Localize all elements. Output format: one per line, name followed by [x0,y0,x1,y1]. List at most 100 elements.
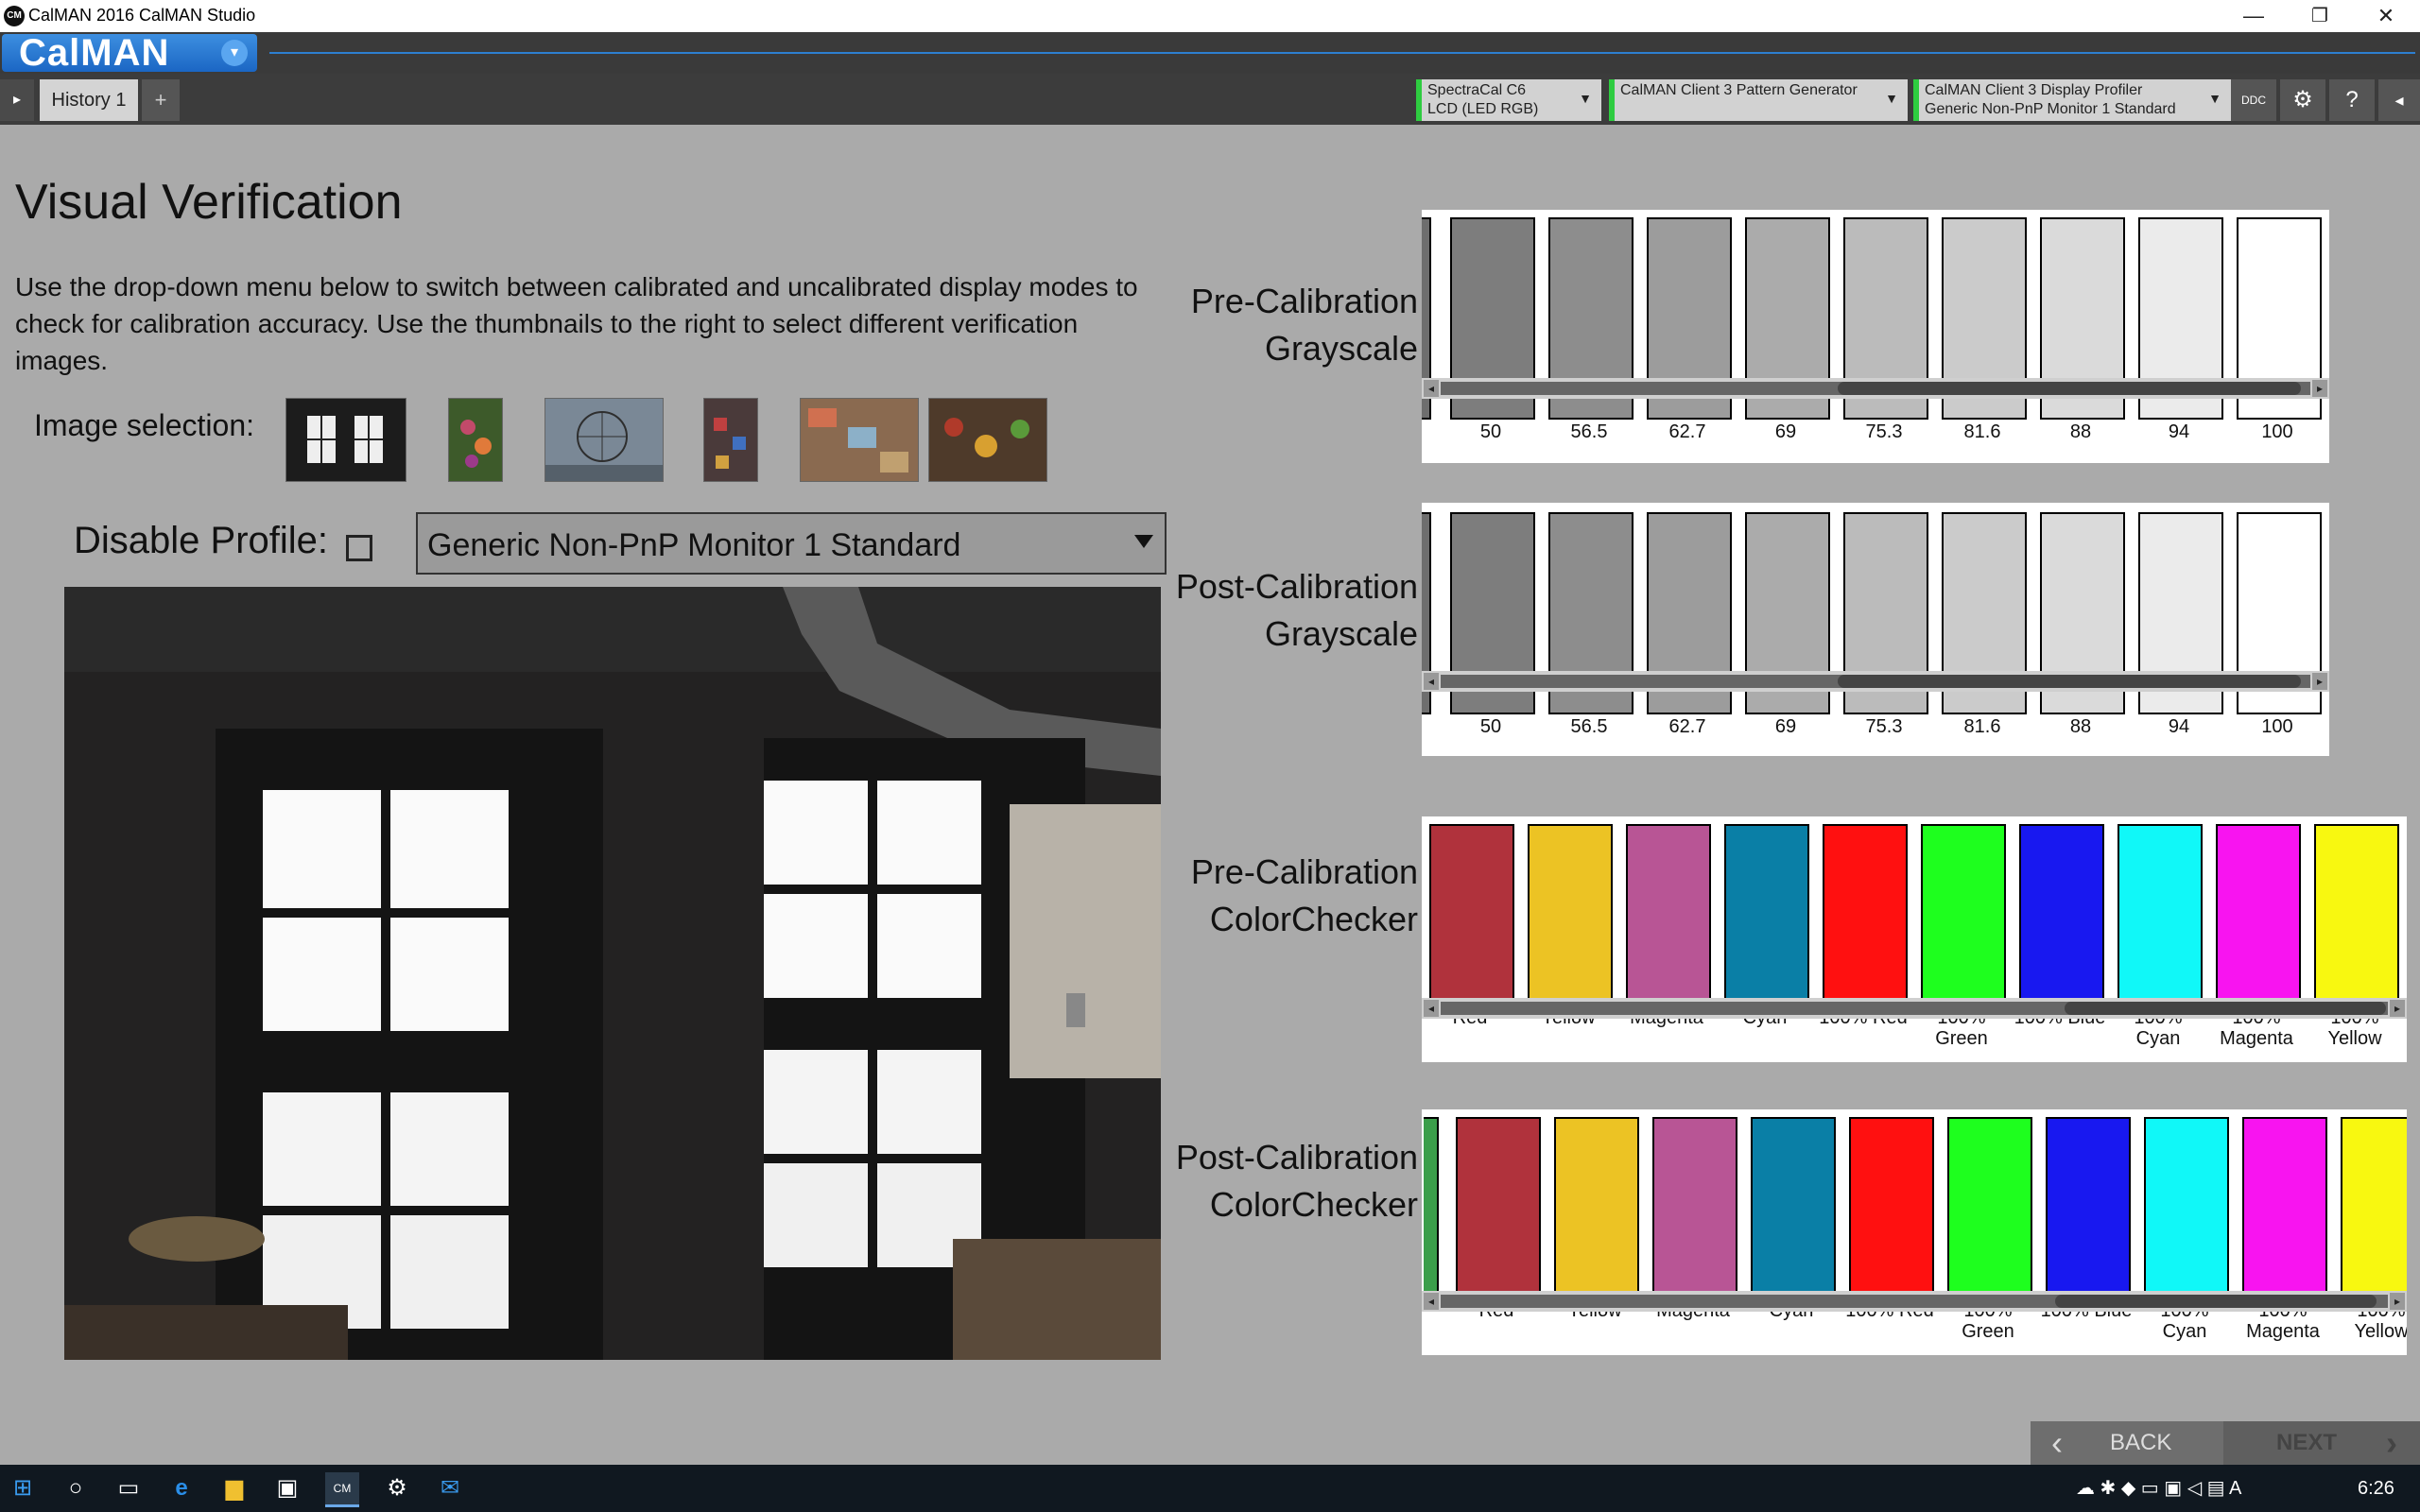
post-calibration-grayscale-scrollbar[interactable]: ◂ ▸ [1422,671,2329,692]
scroll-left-icon[interactable]: ◂ [1424,1293,1439,1310]
pre-calibration-grayscale-scrollbar[interactable]: ◂ ▸ [1422,378,2329,399]
scrollbar-thumb[interactable] [1838,382,2301,395]
search-icon[interactable]: ○ [59,1472,93,1504]
maximize-button[interactable]: ❐ [2291,0,2348,32]
taskbar-clock[interactable]: 6:26 [2358,1474,2394,1503]
scroll-right-icon[interactable]: ▸ [2312,673,2327,690]
chevron-down-icon: ▾ [221,40,248,66]
gear-icon[interactable]: ⚙ [380,1472,414,1504]
thumbnail-produce[interactable] [928,398,1047,482]
store-icon[interactable]: ▣ [270,1472,304,1504]
pre-calibration-grayscale-label-line1: Pre-Calibration [1190,282,1418,320]
mail-icon[interactable]: ✉ [433,1472,467,1504]
thumbnail-windows[interactable] [285,398,406,482]
minimize-button[interactable]: — [2225,0,2282,32]
calman-menu-button[interactable]: CalMAN ▾ [2,32,257,74]
next-button-label: NEXT [2276,1430,2338,1455]
chevron-down-icon: ▼ [1885,91,1898,106]
patch-label: 94 [2168,716,2190,737]
help-icon[interactable]: ? [2329,79,2375,121]
close-button[interactable]: ✕ [2358,0,2414,32]
patch-label: 75.3 [1865,421,1903,442]
patch-swatch [1823,824,1908,1005]
scroll-right-icon[interactable]: ▸ [2390,1000,2405,1017]
patch-swatch [1921,824,2006,1005]
post-calibration-colorchecker-label-line2: ColorChecker [1209,1185,1418,1224]
post-calibration-grayscale-label: Post-Calibration Grayscale [1172,563,1418,658]
thumbnail-ferris-wheel-image [545,411,663,481]
preview-image-scene [64,587,1161,1360]
patch-label: 62.7 [1668,421,1706,442]
patch-swatch [2118,824,2203,1005]
gear-icon[interactable]: ⚙ [2280,79,2325,121]
device-meter[interactable]: SpectraCal C6 LCD (LED RGB) ▼ [1416,79,1601,121]
thumbnail-fish-market[interactable] [800,398,919,482]
file-explorer-icon[interactable]: ▆ [217,1472,251,1504]
partial-patch [1424,1117,1439,1298]
device-display-profiler[interactable]: CalMAN Client 3 Display Profiler Generic… [1913,79,2231,121]
scroll-left-icon[interactable]: ◂ [1424,1000,1439,1017]
scroll-right-icon[interactable]: ▸ [2312,380,2327,397]
post-calibration-colorchecker-label-line1: Post-Calibration [1175,1138,1418,1177]
device-display-profiler-detail: Generic Non-PnP Monitor 1 Standard [1925,101,2176,117]
patch-swatch [2341,1117,2407,1298]
pre-calibration-grayscale-label-line2: Grayscale [1264,329,1418,368]
profile-dropdown[interactable]: Generic Non-PnP Monitor 1 Standard [416,512,1167,575]
thumbnail-flowers[interactable] [448,398,503,482]
image-selection-label: Image selection: [34,408,255,442]
collapse-right-panel-button[interactable]: ◂ [2378,79,2420,121]
device-meter-mode: LCD (LED RGB) [1427,101,1539,117]
chevron-right-icon: › [2386,1423,2397,1462]
tab-history-1[interactable]: History 1 [40,79,138,121]
post-calibration-colorchecker-strip: RedYellowMagentaCyan100% Red100% Green10… [1422,1109,2407,1355]
patch-swatch [2216,824,2301,1005]
patch-label: 69 [1774,421,1797,442]
disable-profile-checkbox[interactable] [346,535,372,561]
scrollbar-thumb[interactable] [2055,1295,2377,1308]
patch-label: 69 [1774,716,1797,737]
scroll-right-icon[interactable]: ▸ [2390,1293,2405,1310]
tab-bar: ▸ History 1 + SpectraCal C6 LCD (LED RGB… [0,74,2420,125]
patch-swatch [2314,824,2399,1005]
back-button[interactable]: ‹ BACK [2031,1421,2223,1465]
pre-calibration-colorchecker-scrollbar[interactable]: ◂ ▸ [1422,998,2407,1019]
scrollbar-thumb[interactable] [1838,675,2301,688]
patch-swatch [1724,824,1809,1005]
patch-label: 88 [2069,421,2092,442]
device-display-profiler-name: CalMAN Client 3 Display Profiler [1925,82,2143,98]
thumbnail-market-image [714,418,746,469]
scrollbar-thumb[interactable] [2065,1002,2386,1015]
thumbnail-windows-image [307,416,383,463]
system-tray-icons[interactable]: ☁ ✱ ◆ ▭ ▣ ◁ ▤ A [2076,1474,2241,1503]
thumbnail-market[interactable] [703,398,758,482]
logo-bar: CalMAN ▾ [0,32,2420,74]
pre-calibration-grayscale-label: Pre-Calibration Grayscale [1172,278,1418,372]
page-title: Visual Verification [15,175,403,230]
post-calibration-grayscale-label-line2: Grayscale [1264,614,1418,653]
patch-label: 56.5 [1570,421,1608,442]
scroll-left-icon[interactable]: ◂ [1424,673,1439,690]
add-tab-button[interactable]: + [142,79,180,121]
windows-start-icon[interactable]: ⊞ [6,1472,40,1504]
windows-taskbar: ⊞ ○ ▭ e ▆ ▣ CM ⚙ ✉ ☁ ✱ ◆ ▭ ▣ ◁ ▤ A 6:26 [0,1465,2420,1512]
edge-browser-icon[interactable]: e [164,1472,199,1504]
thumbnail-ferris-wheel[interactable] [544,398,664,482]
ddc-icon[interactable]: DDC [2231,79,2276,121]
device-meter-name: SpectraCal C6 [1427,82,1527,98]
scroll-left-icon[interactable]: ◂ [1424,380,1439,397]
device-pattern-generator[interactable]: CalMAN Client 3 Pattern Generator ▼ [1609,79,1908,121]
main-content: Visual Verification Use the drop-down me… [0,125,2420,1465]
preview-image [64,587,1161,1360]
post-calibration-grayscale-label-line1: Post-Calibration [1175,567,1418,606]
logo-divider [269,52,2415,54]
calman-taskbar-icon[interactable]: CM [325,1472,359,1507]
next-button[interactable]: NEXT › [2223,1421,2420,1465]
expand-left-panel-button[interactable]: ▸ [0,79,34,121]
post-calibration-colorchecker-scrollbar[interactable]: ◂ ▸ [1422,1291,2407,1312]
patch-label: 88 [2069,716,2092,737]
pre-calibration-colorchecker-strip: RedYellowMagentaCyan100% Red100% Green10… [1422,816,2407,1062]
task-view-icon[interactable]: ▭ [112,1472,146,1504]
patch-label: 81.6 [1963,421,2001,442]
patch-swatch [1849,1117,1934,1298]
pre-calibration-colorchecker-label-line2: ColorChecker [1209,900,1418,938]
